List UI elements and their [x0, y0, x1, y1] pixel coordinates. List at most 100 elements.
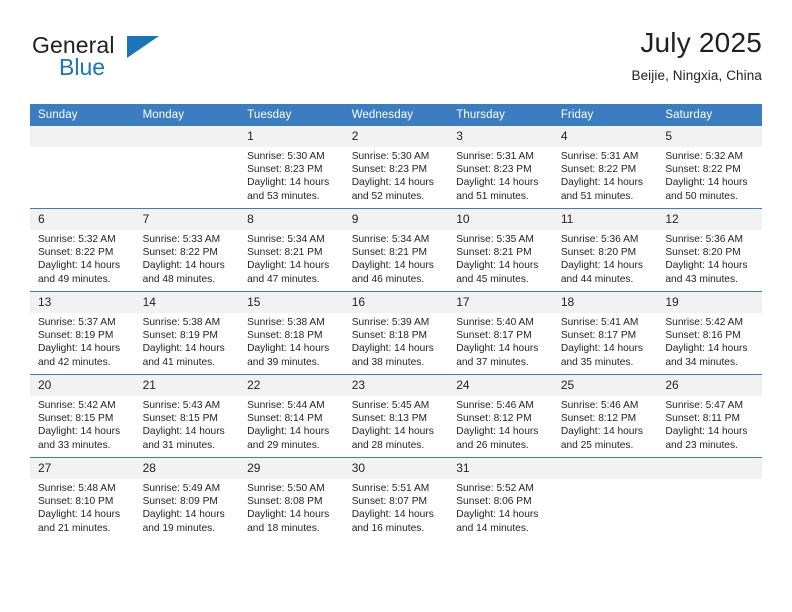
day-detail-line: Sunset: 8:17 PM	[456, 330, 532, 342]
day-detail-line: and 43 minutes.	[665, 273, 738, 285]
day-detail-line: Daylight: 14 hours	[665, 343, 748, 355]
day-detail-line: Sunset: 8:19 PM	[142, 330, 218, 342]
calendar-day-cell[interactable]: 20 Sunrise: 5:42 AM Sunset: 8:15 PM Dayligh…	[30, 374, 135, 458]
calendar-day-cell[interactable]: 19 Sunrise: 5:42 AM Sunset: 8:16 PM Dayligh…	[657, 291, 762, 375]
day-detail-line: Daylight: 14 hours	[665, 426, 748, 438]
day-number: 6	[30, 209, 135, 230]
day-details: Sunrise: 5:42 AM Sunset: 8:15 PM Daylight:…	[30, 396, 135, 452]
calendar-day-cell[interactable]: 1 Sunrise: 5:30 AM Sunset: 8:23 PM Daylight…	[239, 126, 344, 209]
calendar-day-cell[interactable]: 6 Sunrise: 5:32 AM Sunset: 8:22 PM Daylight…	[30, 208, 135, 292]
calendar-day-cell[interactable]: 8 Sunrise: 5:34 AM Sunset: 8:21 PM Daylight…	[239, 208, 344, 292]
calendar-day-cell[interactable]: 26 Sunrise: 5:47 AM Sunset: 8:11 PM Dayligh…	[657, 374, 762, 458]
day-detail-line: Sunset: 8:21 PM	[247, 247, 323, 259]
day-detail-line: and 51 minutes.	[560, 190, 634, 202]
weekday-header-monday: Monday	[134, 104, 240, 126]
calendar-day-cell[interactable]: 30 Sunrise: 5:51 AM Sunset: 8:07 PM Dayligh…	[343, 457, 449, 540]
day-details: Sunrise: 5:42 AM Sunset: 8:16 PM Daylight:…	[657, 313, 762, 369]
day-detail-line: and 26 minutes.	[456, 439, 529, 451]
day-detail-line: and 29 minutes.	[247, 439, 320, 451]
day-detail-line: Daylight: 14 hours	[456, 509, 539, 521]
day-number: 3	[448, 126, 553, 147]
day-detail-line: Sunrise: 5:32 AM	[665, 151, 743, 162]
day-details: Sunrise: 5:44 AM Sunset: 8:14 PM Daylight:…	[239, 396, 344, 452]
calendar-day-cell[interactable]: 9 Sunrise: 5:34 AM Sunset: 8:21 PM Daylight…	[343, 208, 449, 292]
day-detail-line: Sunrise: 5:31 AM	[456, 151, 534, 162]
day-detail-line: Sunrise: 5:34 AM	[351, 234, 430, 245]
day-details: Sunrise: 5:36 AM Sunset: 8:20 PM Daylight:…	[657, 230, 762, 286]
day-detail-line: Daylight: 14 hours	[560, 343, 643, 355]
calendar-day-cell[interactable]: 2 Sunrise: 5:30 AM Sunset: 8:23 PM Daylight…	[343, 126, 449, 209]
calendar-day-cell[interactable]: 15 Sunrise: 5:38 AM Sunset: 8:18 PM Dayligh…	[239, 291, 344, 375]
calendar-day-cell[interactable]: 10 Sunrise: 5:35 AM Sunset: 8:21 PM Dayligh…	[448, 208, 553, 292]
calendar-day-cell[interactable]: 29 Sunrise: 5:50 AM Sunset: 8:08 PM Dayligh…	[239, 457, 344, 540]
day-details: Sunrise: 5:49 AM Sunset: 8:09 PM Daylight:…	[135, 479, 240, 535]
day-detail-line: and 37 minutes.	[456, 356, 529, 368]
day-details: Sunrise: 5:52 AM Sunset: 8:06 PM Daylight:…	[448, 479, 553, 535]
day-details: Sunrise: 5:38 AM Sunset: 8:19 PM Daylight:…	[135, 313, 240, 369]
calendar-day-cell[interactable]: 25 Sunrise: 5:46 AM Sunset: 8:12 PM Dayligh…	[552, 374, 658, 458]
day-number: 18	[552, 292, 658, 313]
day-detail-line: and 21 minutes.	[38, 522, 111, 534]
day-details	[135, 147, 240, 150]
day-detail-line: Sunrise: 5:30 AM	[247, 151, 325, 162]
calendar-day-cell[interactable]: 24 Sunrise: 5:46 AM Sunset: 8:12 PM Dayligh…	[448, 374, 553, 458]
calendar-body: 1 Sunrise: 5:30 AM Sunset: 8:23 PM Daylight…	[30, 126, 762, 540]
calendar-day-cell[interactable]: 21 Sunrise: 5:43 AM Sunset: 8:15 PM Dayligh…	[134, 374, 240, 458]
calendar-day-cell[interactable]: 31 Sunrise: 5:52 AM Sunset: 8:06 PM Dayligh…	[448, 457, 553, 540]
calendar-day-cell[interactable]: 28 Sunrise: 5:49 AM Sunset: 8:09 PM Dayligh…	[134, 457, 240, 540]
day-details: Sunrise: 5:36 AM Sunset: 8:20 PM Daylight:…	[553, 230, 658, 286]
day-detail-line: and 28 minutes.	[351, 439, 425, 451]
page-title: July 2025	[640, 27, 762, 58]
day-details: Sunrise: 5:34 AM Sunset: 8:21 PM Daylight:…	[239, 230, 344, 286]
weekday-header-saturday: Saturday	[657, 104, 762, 126]
calendar-day-cell[interactable]: 18 Sunrise: 5:41 AM Sunset: 8:17 PM Dayligh…	[552, 291, 658, 375]
day-detail-line: and 39 minutes.	[247, 356, 320, 368]
calendar-day-cell[interactable]: 23 Sunrise: 5:45 AM Sunset: 8:13 PM Dayligh…	[343, 374, 449, 458]
day-detail-line: Sunset: 8:11 PM	[665, 413, 740, 425]
day-details: Sunrise: 5:46 AM Sunset: 8:12 PM Daylight:…	[553, 396, 658, 452]
day-detail-line: Sunset: 8:20 PM	[665, 247, 741, 259]
day-number: 1	[239, 126, 344, 147]
calendar-day-cell[interactable]: 17 Sunrise: 5:40 AM Sunset: 8:17 PM Dayligh…	[448, 291, 553, 375]
day-detail-line: and 46 minutes.	[351, 273, 425, 285]
calendar-day-cell[interactable]: 27 Sunrise: 5:48 AM Sunset: 8:10 PM Dayligh…	[30, 457, 135, 540]
calendar-day-cell[interactable]: 4 Sunrise: 5:31 AM Sunset: 8:22 PM Daylight…	[552, 126, 658, 209]
calendar-day-cell[interactable]: 3 Sunrise: 5:31 AM Sunset: 8:23 PM Daylight…	[448, 126, 553, 209]
calendar-day-cell[interactable]: 13 Sunrise: 5:37 AM Sunset: 8:19 PM Dayligh…	[30, 291, 135, 375]
day-detail-line: and 50 minutes.	[665, 190, 738, 202]
day-details: Sunrise: 5:32 AM Sunset: 8:22 PM Daylight:…	[657, 147, 762, 203]
day-detail-line: Sunrise: 5:38 AM	[247, 317, 325, 328]
day-details: Sunrise: 5:51 AM Sunset: 8:07 PM Daylight:…	[344, 479, 449, 535]
day-number	[552, 458, 658, 479]
day-detail-line: Sunrise: 5:34 AM	[247, 234, 325, 245]
calendar-week-row: 27 Sunrise: 5:48 AM Sunset: 8:10 PM Dayligh…	[30, 457, 762, 540]
calendar-day-cell[interactable]: 14 Sunrise: 5:38 AM Sunset: 8:19 PM Dayligh…	[134, 291, 240, 375]
calendar-day-cell[interactable]: 16 Sunrise: 5:39 AM Sunset: 8:18 PM Dayligh…	[343, 291, 449, 375]
day-detail-line: Daylight: 14 hours	[456, 343, 539, 355]
calendar-day-cell[interactable]: 5 Sunrise: 5:32 AM Sunset: 8:22 PM Daylight…	[657, 126, 762, 209]
title-block: July 2025 Beijie, Ningxia, China	[631, 26, 762, 86]
day-detail-line: Sunset: 8:13 PM	[351, 413, 428, 425]
calendar-day-cell[interactable]: 7 Sunrise: 5:33 AM Sunset: 8:22 PM Daylight…	[134, 208, 240, 292]
day-detail-line: Sunset: 8:14 PM	[247, 413, 323, 425]
day-detail-line: Sunset: 8:08 PM	[247, 496, 323, 508]
day-detail-line: and 42 minutes.	[38, 356, 111, 368]
logo-triangle-icon	[127, 36, 159, 58]
day-detail-line: Daylight: 14 hours	[560, 426, 643, 438]
calendar-day-cell[interactable]: 12 Sunrise: 5:36 AM Sunset: 8:20 PM Dayligh…	[657, 208, 762, 292]
general-blue-logo[interactable]: General Blue	[30, 26, 230, 82]
day-details	[30, 147, 135, 150]
day-detail-line: Sunset: 8:18 PM	[351, 330, 428, 342]
day-detail-line: Daylight: 14 hours	[38, 260, 121, 272]
day-detail-line: Sunset: 8:22 PM	[665, 164, 741, 176]
day-detail-line: Daylight: 14 hours	[38, 509, 121, 521]
day-detail-line: Sunrise: 5:46 AM	[560, 400, 639, 411]
day-details: Sunrise: 5:31 AM Sunset: 8:23 PM Daylight:…	[448, 147, 553, 203]
calendar-day-cell[interactable]: 11 Sunrise: 5:36 AM Sunset: 8:20 PM Dayligh…	[552, 208, 658, 292]
day-detail-line: and 14 minutes.	[456, 522, 529, 534]
day-detail-line: Sunrise: 5:36 AM	[665, 234, 743, 245]
day-number: 20	[30, 375, 135, 396]
day-detail-line: Daylight: 14 hours	[38, 343, 121, 355]
calendar-day-cell[interactable]: 22 Sunrise: 5:44 AM Sunset: 8:14 PM Dayligh…	[239, 374, 344, 458]
day-detail-line: Daylight: 14 hours	[351, 426, 434, 438]
